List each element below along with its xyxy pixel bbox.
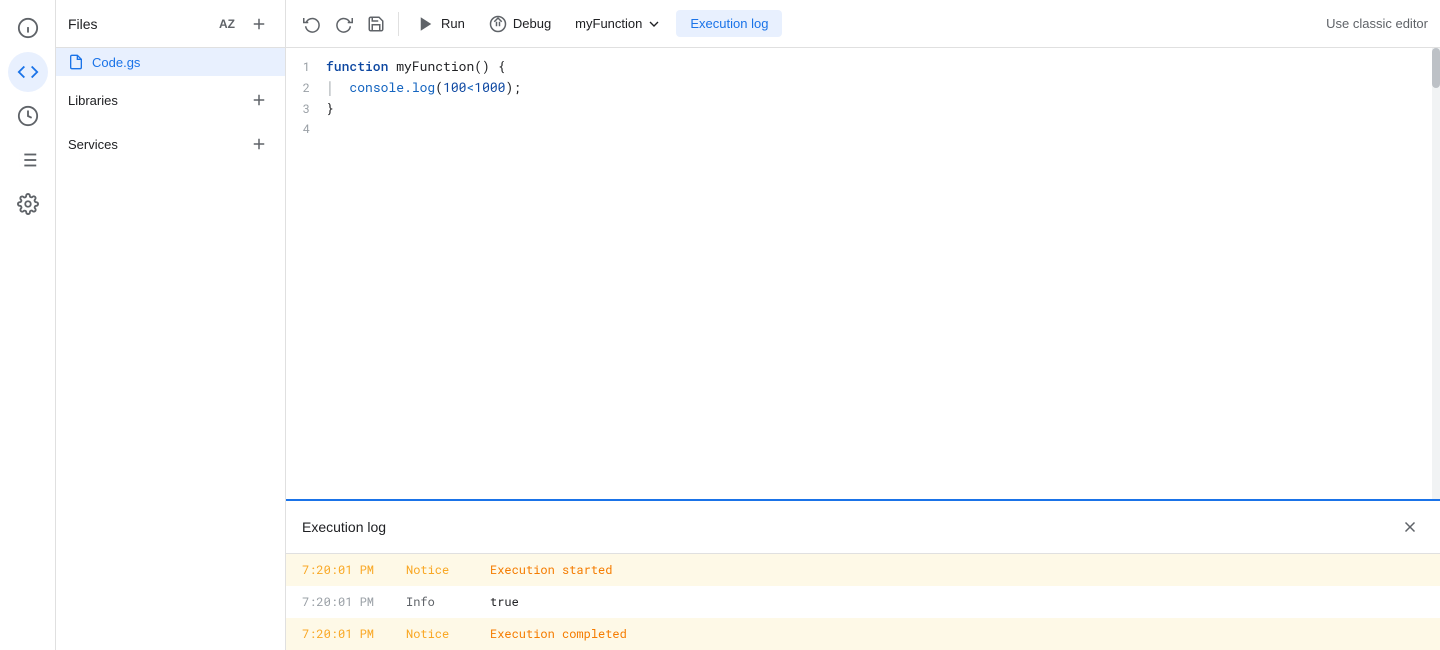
log-message-1: true bbox=[490, 594, 1424, 610]
save-button[interactable] bbox=[362, 10, 390, 38]
log-time-0: 7:20:01 PM bbox=[302, 562, 382, 578]
run-label: Run bbox=[441, 16, 465, 31]
log-time-2: 7:20:01 PM bbox=[302, 626, 382, 642]
file-panel-header: Files AZ bbox=[56, 0, 285, 48]
add-service-button[interactable] bbox=[245, 130, 273, 158]
run-button[interactable]: Run bbox=[407, 9, 475, 39]
log-level-1: Info bbox=[406, 594, 466, 610]
debug-label: Debug bbox=[513, 16, 551, 31]
log-level-2: Notice bbox=[406, 626, 466, 642]
code-line-1: 1 function myFunction() { bbox=[286, 56, 1440, 77]
log-row-1: 7:20:01 PM Info true bbox=[286, 586, 1440, 618]
log-table: 7:20:01 PM Notice Execution started 7:20… bbox=[286, 554, 1440, 650]
file-item-code-gs[interactable]: Code.gs bbox=[56, 48, 285, 76]
icon-bar bbox=[0, 0, 56, 650]
sort-az-button[interactable]: AZ bbox=[213, 10, 241, 38]
execution-log-panel: Execution log 7:20:01 PM Notice Executio… bbox=[286, 499, 1440, 650]
add-file-button[interactable] bbox=[245, 10, 273, 38]
code-line-3: 3 } bbox=[286, 98, 1440, 119]
log-level-0: Notice bbox=[406, 562, 466, 578]
code-icon-btn[interactable] bbox=[8, 52, 48, 92]
log-message-2: Execution completed bbox=[490, 626, 1424, 642]
classic-editor-link[interactable]: Use classic editor bbox=[1326, 16, 1428, 31]
list-icon-btn[interactable] bbox=[8, 140, 48, 180]
clock-icon-btn[interactable] bbox=[8, 96, 48, 136]
code-line-2: 2 │ console.log(100<1000); bbox=[286, 77, 1440, 98]
execution-log-button[interactable]: Execution log bbox=[676, 10, 782, 37]
debug-button[interactable]: Debug bbox=[479, 9, 561, 39]
function-selector[interactable]: myFunction bbox=[565, 10, 672, 38]
toolbar: Run Debug myFunction Execution log Use c… bbox=[286, 0, 1440, 48]
exec-log-header: Execution log bbox=[286, 501, 1440, 554]
services-label: Services bbox=[68, 137, 118, 152]
settings-icon-btn[interactable] bbox=[8, 184, 48, 224]
editor-area: 1 function myFunction() { 2 │ console.lo… bbox=[286, 48, 1440, 499]
function-name: myFunction bbox=[575, 16, 642, 31]
files-title: Files bbox=[68, 16, 98, 32]
redo-button[interactable] bbox=[330, 10, 358, 38]
log-message-0: Execution started bbox=[490, 562, 1424, 578]
undo-button[interactable] bbox=[298, 10, 326, 38]
exec-log-title: Execution log bbox=[302, 519, 386, 535]
log-row-2: 7:20:01 PM Notice Execution completed bbox=[286, 618, 1440, 650]
file-panel: Files AZ Code.gs Libraries bbox=[56, 0, 286, 650]
code-line-4: 4 bbox=[286, 119, 1440, 139]
separator-1 bbox=[398, 12, 399, 36]
log-row-0: 7:20:01 PM Notice Execution started bbox=[286, 554, 1440, 586]
file-panel-actions: AZ bbox=[213, 10, 273, 38]
main-area: Run Debug myFunction Execution log Use c… bbox=[286, 0, 1440, 650]
libraries-label: Libraries bbox=[68, 93, 118, 108]
close-exec-log-button[interactable] bbox=[1396, 513, 1424, 541]
scrollbar-thumb[interactable] bbox=[1432, 48, 1440, 88]
info-icon-btn[interactable] bbox=[8, 8, 48, 48]
add-library-button[interactable] bbox=[245, 86, 273, 114]
services-section-header: Services bbox=[56, 120, 285, 164]
file-name-code-gs: Code.gs bbox=[92, 55, 140, 70]
log-time-1: 7:20:01 PM bbox=[302, 594, 382, 610]
code-editor[interactable]: 1 function myFunction() { 2 │ console.lo… bbox=[286, 48, 1440, 499]
scrollbar-track[interactable] bbox=[1432, 48, 1440, 499]
libraries-section-header: Libraries bbox=[56, 76, 285, 120]
execution-log-label: Execution log bbox=[690, 16, 768, 31]
